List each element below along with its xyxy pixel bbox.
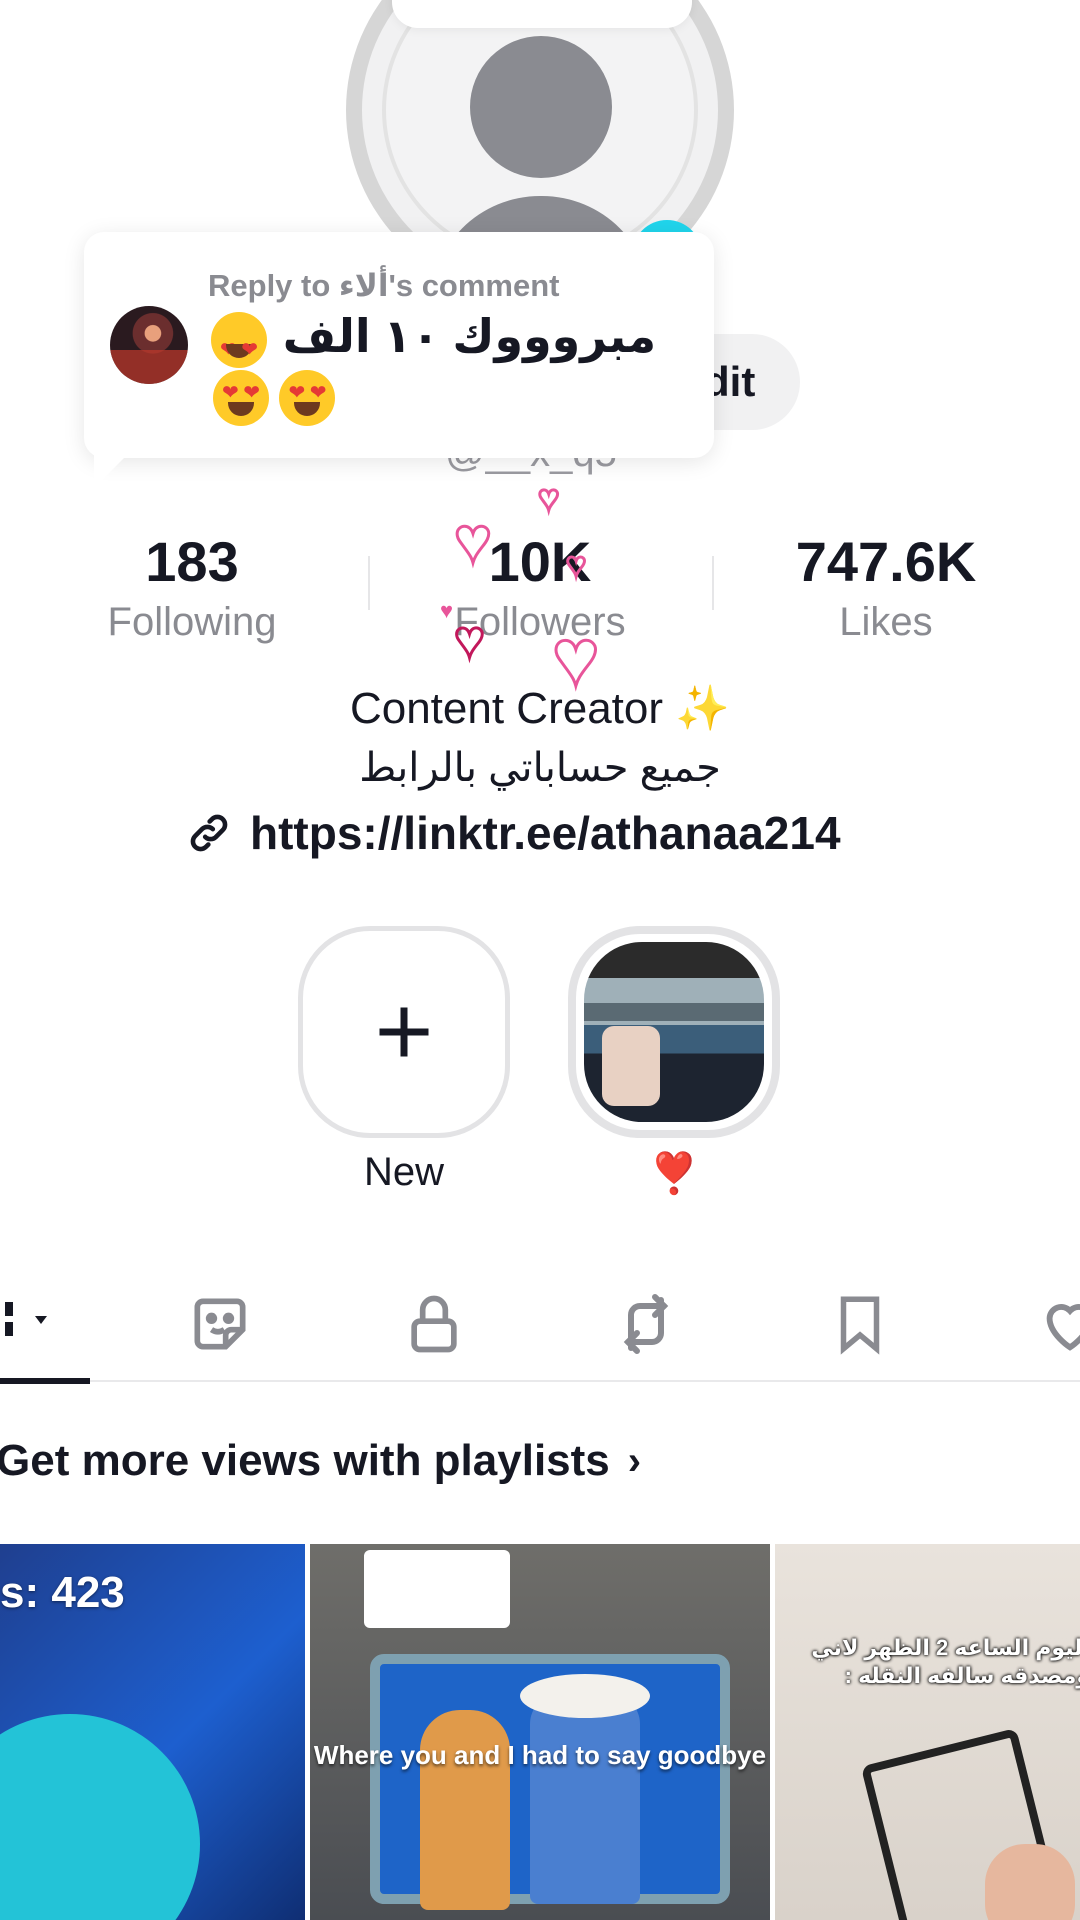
thumbnail-figure [530,1694,640,1904]
bio-line-1: Content Creator ✨ [349,684,731,733]
new-highlight-button[interactable] [298,926,510,1138]
bio-line-2: جميع حساباتي بالرابط [359,746,721,790]
plus-icon [379,1007,429,1057]
commenter-avatar [110,306,188,384]
floating-heart-icon: ♥ [564,546,587,584]
story-thumbnail [584,942,764,1122]
heart-eyes-emoji-icon [279,370,336,426]
playlist-prompt-text: Get more views with playlists [0,1436,610,1485]
tab-videos[interactable] [0,1284,80,1364]
active-tab-indicator [0,1378,90,1384]
grid-icon [5,1302,47,1336]
video-thumbnail[interactable]: s: 423 [0,1544,305,1920]
floating-heart-icon: ♥ [453,504,494,576]
reply-label: Reply to ألاء's comment [208,268,560,303]
profile-tabs [0,1270,1080,1382]
stat-following[interactable]: 183 Following [42,528,342,648]
new-highlight-label: New [363,1150,445,1194]
video-caption: Where you and I had to say goodbye [313,1740,767,1770]
link-icon [190,814,228,852]
emoji-row [210,370,338,426]
repost-icon [623,1294,669,1354]
heart-eyes-emoji-icon [213,370,269,426]
heart-icon [1046,1304,1080,1351]
stat-likes[interactable]: 747.6K Likes [736,528,1036,648]
tab-saved[interactable] [820,1284,900,1364]
avatar-note-bubble[interactable] [392,0,692,28]
likes-count: 747.6K [795,530,977,593]
sticker-icon [194,1298,246,1350]
tab-private[interactable] [394,1284,474,1364]
tab-liked[interactable] [1030,1284,1080,1364]
bookmark-icon [840,1296,880,1355]
followers-label: Followers [454,600,626,644]
bio-link-text: https://linktr.ee/athanaa214 [250,807,841,859]
reply-comment-card: Reply to ألاء's comment مبروووك ١٠ الف [84,232,714,488]
chevron-right-icon: › [627,1438,642,1483]
following-count: 183 [145,530,239,593]
floating-heart-icon: ♥ [440,598,454,623]
video-thumbnail[interactable]: Where you and I had to say goodbye [310,1544,770,1920]
stat-followers[interactable]: 10K Followers [390,528,690,648]
video-caption: اليوم الساعه 2 الظهر لاني ومصدقه سالفه ا… [811,1635,1080,1688]
tab-reposts[interactable] [606,1284,686,1364]
stat-divider [368,556,370,610]
avatar-placeholder-head [470,36,612,178]
lock-icon [411,1295,457,1353]
story-highlight-label: ❣️ [649,1152,699,1196]
floating-heart-icon: ♥ [453,611,487,669]
video-overlay-text: s: 423 [0,1568,125,1617]
reply-comment-text: مبروووك ١٠ الف [208,308,678,378]
story-highlight[interactable] [568,926,780,1138]
thumbnail-comment-note [364,1550,510,1628]
floating-heart-icon: ♥ [536,477,560,518]
thumbnail-graphic [0,1714,200,1920]
stat-divider [712,556,714,610]
likes-label: Likes [839,600,933,644]
bio-link[interactable]: https://linktr.ee/athanaa214 [186,805,841,861]
playlist-prompt[interactable]: Get more views with playlists › [0,1436,641,1486]
tab-favorites[interactable] [180,1284,260,1364]
thumbnail-hand [985,1844,1075,1920]
video-thumbnail[interactable]: اليوم الساعه 2 الظهر لاني ومصدقه سالفه ا… [775,1544,1080,1920]
heart-eyes-emoji-icon [211,311,267,378]
comment-text: مبروووك ١٠ الف [282,310,657,362]
followers-count: 10K [488,530,592,593]
following-label: Following [107,600,277,644]
thumbnail-hat [520,1674,650,1718]
